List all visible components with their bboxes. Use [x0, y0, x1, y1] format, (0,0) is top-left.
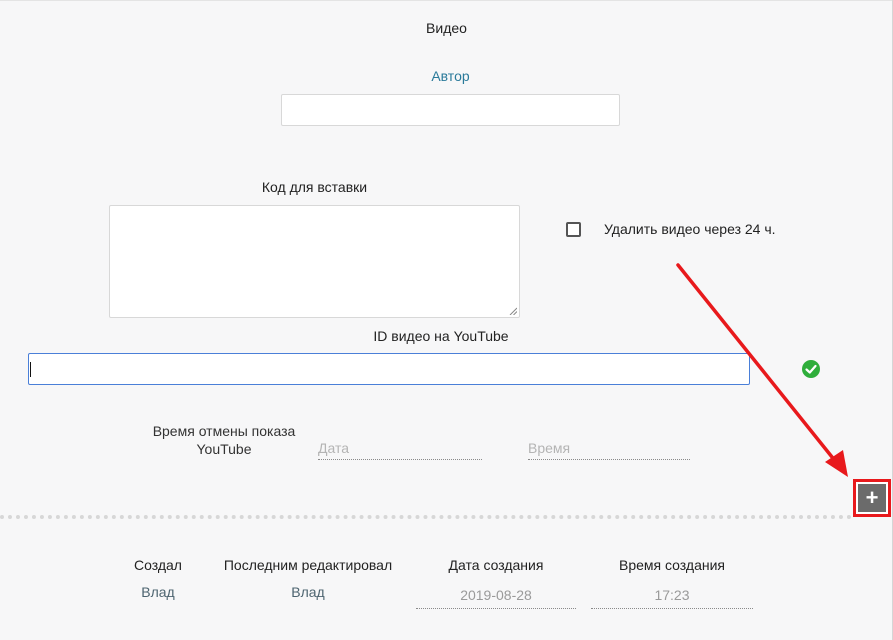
embed-code-textarea[interactable] — [109, 205, 520, 318]
plus-icon: + — [858, 484, 886, 512]
section-title: Видео — [426, 20, 467, 36]
created-date-field: 2019-08-28 — [416, 587, 576, 609]
youtube-id-input[interactable] — [28, 353, 750, 385]
created-time-label: Время создания — [619, 557, 725, 573]
created-by-value: Влад — [141, 584, 175, 600]
page-top-border — [0, 0, 893, 1]
edited-by-value: Влад — [291, 584, 325, 600]
delete-after-24h-label: Удалить видео через 24 ч. — [604, 221, 776, 237]
created-by-label: Создал — [134, 557, 182, 573]
cancel-time-label: Время отмены показа YouTube — [152, 423, 296, 457]
section-divider — [0, 515, 852, 519]
created-date-label: Дата создания — [448, 557, 544, 573]
created-time-field: 17:23 — [591, 587, 753, 609]
author-label: Автор — [431, 68, 470, 84]
cancel-time-field[interactable]: Время — [528, 440, 690, 460]
text-caret — [30, 362, 31, 377]
resize-grip-icon[interactable] — [509, 307, 517, 315]
youtube-id-label: ID видео на YouTube — [373, 328, 509, 344]
cancel-date-field[interactable]: Дата — [318, 440, 482, 460]
check-circle-icon — [802, 360, 820, 378]
delete-after-24h-checkbox[interactable] — [566, 222, 581, 237]
embed-code-label: Код для вставки — [261, 179, 368, 195]
edited-by-label: Последним редактировал — [223, 557, 393, 573]
add-button[interactable]: + — [853, 479, 891, 517]
author-input[interactable] — [281, 94, 620, 126]
